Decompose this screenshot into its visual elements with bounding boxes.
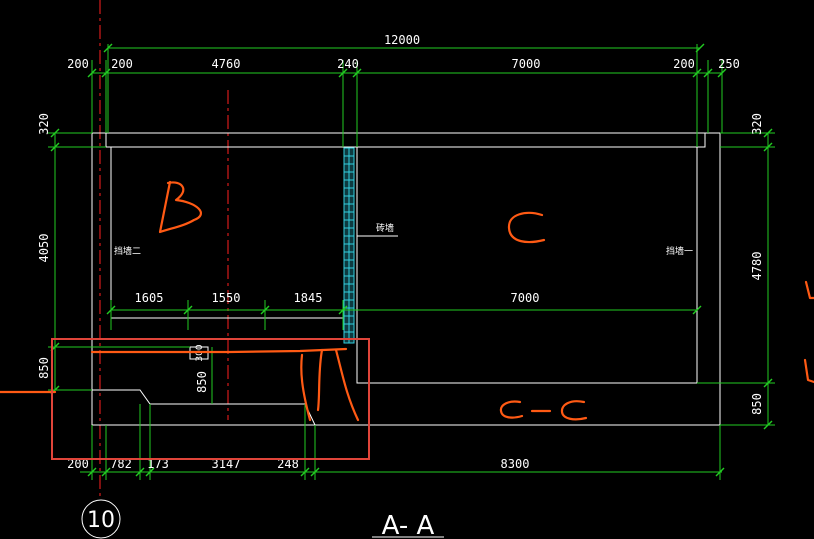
dim-inner-2: 1550	[212, 291, 241, 305]
dimension-ticks	[50, 43, 773, 477]
dim-right-1: 320	[750, 113, 764, 135]
dim-left-2: 4050	[37, 234, 51, 263]
dim-left-3: 850	[37, 357, 51, 379]
dimension-lines	[48, 44, 775, 480]
handwritten-letter-c	[507, 211, 546, 244]
dim-overall: 12000	[384, 33, 420, 47]
dim-inner-1: 1605	[135, 291, 164, 305]
dim-step-height: 850	[195, 371, 209, 393]
grid-bubble-label: 10	[87, 508, 115, 533]
dim-right-2: 4780	[750, 252, 764, 281]
drawing-canvas: 12000 200 200 4760 240 7000 200 250 320 …	[0, 0, 814, 539]
wall-label-left: 挡墙二	[114, 245, 141, 257]
section-outline	[91, 132, 721, 426]
brick-wall	[343, 147, 355, 344]
dim-top-2: 200	[111, 57, 133, 71]
dim-left-1: 320	[37, 113, 51, 135]
handwritten-scribbles	[0, 280, 814, 422]
dim-inner-4: 7000	[511, 291, 540, 305]
dim-bottom-6: 8300	[501, 457, 530, 471]
dim-top-6: 200	[673, 57, 695, 71]
dim-right-3: 850	[750, 393, 764, 415]
dim-top-1: 200	[67, 57, 89, 71]
dim-top-3: 4760	[212, 57, 241, 71]
wall-label-right: 挡墙一	[666, 245, 693, 257]
dim-top-4: 240	[337, 57, 359, 71]
section-title: A- A	[382, 511, 435, 539]
dim-top-5: 7000	[512, 57, 541, 71]
wall-label-middle: 砖墙	[376, 222, 394, 234]
handwritten-section-cc	[499, 400, 588, 421]
handwritten-letter-b	[158, 180, 202, 234]
dim-inner-3: 1845	[294, 291, 323, 305]
dim-top-7: 250	[718, 57, 740, 71]
